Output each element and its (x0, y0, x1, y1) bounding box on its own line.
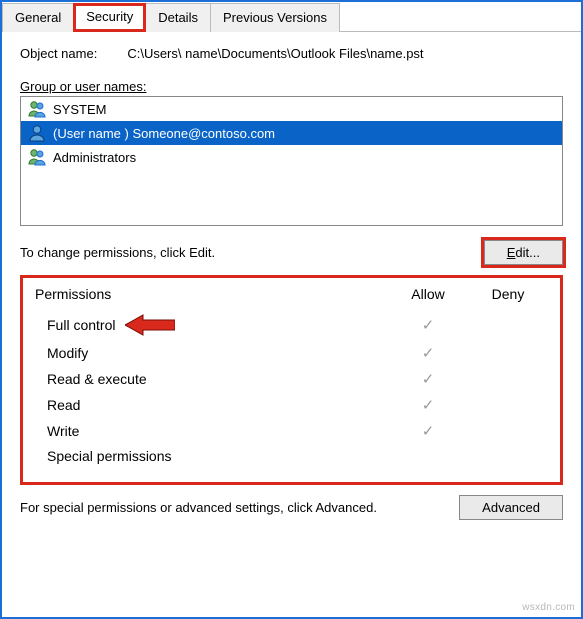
object-name-value: C:\Users\ name\Documents\Outlook Files\n… (127, 46, 423, 61)
permission-label: Modify (47, 345, 388, 361)
user-icon (27, 123, 47, 143)
group-users-listbox[interactable]: SYSTEM (User name ) Someone@contoso.com (20, 96, 563, 226)
list-item-system[interactable]: SYSTEM (21, 97, 562, 121)
permission-label: Write (47, 423, 388, 439)
object-name-row: Object name: C:\Users\ name\Documents\Ou… (20, 46, 563, 61)
tab-previous-versions[interactable]: Previous Versions (210, 3, 340, 32)
tab-security[interactable]: Security (73, 3, 146, 32)
permission-label: Read & execute (47, 371, 388, 387)
list-item-label: SYSTEM (53, 102, 106, 117)
permission-row-write: Write ✓ (35, 418, 548, 444)
annotation-arrow-icon (125, 314, 175, 336)
list-item-selected-user[interactable]: (User name ) Someone@contoso.com (21, 121, 562, 145)
permissions-header: Permissions Allow Deny (35, 286, 548, 302)
permission-label: Special permissions (47, 448, 388, 464)
watermark-text: wsxdn.com (522, 602, 575, 613)
users-group-icon (27, 99, 47, 119)
permission-row-special: Special permissions (35, 444, 548, 468)
permission-label: Full control (47, 317, 115, 333)
advanced-text: For special permissions or advanced sett… (20, 500, 443, 515)
list-item-label: Administrators (53, 150, 136, 165)
object-name-label: Object name: (20, 46, 97, 61)
tab-general[interactable]: General (2, 3, 74, 32)
users-group-icon (27, 147, 47, 167)
advanced-button[interactable]: Advanced (459, 495, 563, 520)
permissions-header-label: Permissions (35, 286, 388, 302)
list-item-label: (User name ) Someone@contoso.com (53, 126, 275, 141)
allow-check-icon: ✓ (388, 316, 468, 334)
change-permissions-row: To change permissions, click Edit. Edit.… (20, 240, 563, 265)
properties-dialog: General Security Details Previous Versio… (0, 0, 583, 619)
dialog-body: Object name: C:\Users\ name\Documents\Ou… (2, 32, 581, 530)
permission-row-modify: Modify ✓ (35, 340, 548, 366)
allow-check-icon: ✓ (388, 422, 468, 440)
allow-check-icon: ✓ (388, 396, 468, 414)
edit-button-rest: dit... (515, 245, 540, 260)
allow-check-icon: ✓ (388, 370, 468, 388)
tab-strip: General Security Details Previous Versio… (2, 2, 581, 32)
tab-details[interactable]: Details (145, 3, 211, 32)
allow-header: Allow (388, 286, 468, 302)
permission-row-read: Read ✓ (35, 392, 548, 418)
permissions-panel: Permissions Allow Deny Full control ✓ (20, 275, 563, 485)
list-item-administrators[interactable]: Administrators (21, 145, 562, 169)
edit-button[interactable]: Edit... (484, 240, 563, 265)
deny-header: Deny (468, 286, 548, 302)
group-users-label: Group or user names: (20, 79, 146, 94)
permission-row-full-control: Full control ✓ (35, 310, 548, 340)
permission-label: Read (47, 397, 388, 413)
allow-check-icon: ✓ (388, 344, 468, 362)
advanced-row: For special permissions or advanced sett… (20, 495, 563, 520)
change-permissions-text: To change permissions, click Edit. (20, 245, 215, 260)
permission-row-read-execute: Read & execute ✓ (35, 366, 548, 392)
